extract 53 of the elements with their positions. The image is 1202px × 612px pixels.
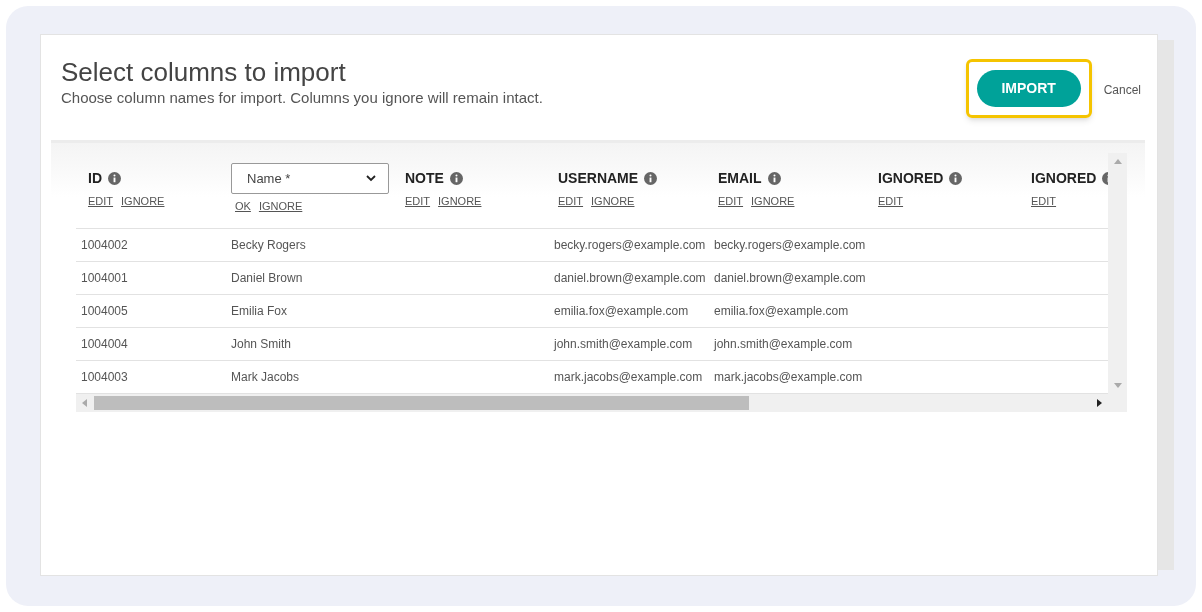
- table-cell-text: 1004002: [80, 237, 129, 254]
- column-header: ID: [88, 169, 102, 188]
- table-cell-text: 1004005: [80, 303, 129, 320]
- column-action-link[interactable]: IGNORE: [121, 193, 165, 210]
- table-cell-text: Becky Rogers: [231, 237, 307, 254]
- dialog-subtitle: Choose column names for import. Columns you ignore will remain intact.: [61, 88, 543, 108]
- table-cell-text: becky.rogers@example.com: [713, 237, 867, 254]
- column-action-link[interactable]: IGNORE: [258, 198, 303, 215]
- column-action-link[interactable]: EDIT: [405, 193, 431, 210]
- column-header: IGNORED: [878, 169, 944, 188]
- scrollbar-thumb[interactable]: [94, 396, 749, 410]
- table-cell-text: Emilia Fox: [231, 303, 288, 320]
- table-cell-text: emilia.fox@example.com: [553, 303, 690, 320]
- chevron-down-icon: [366, 175, 376, 182]
- column-action-link[interactable]: EDIT: [878, 193, 904, 210]
- scroll-up-icon[interactable]: [1113, 159, 1122, 164]
- info-icon: [949, 172, 963, 185]
- info-icon: [449, 172, 463, 185]
- column-header: USERNAME: [558, 169, 639, 188]
- table-cell-text: mark.jacobs@example.com: [713, 369, 864, 386]
- table-cell-text: becky.rogers@example.com: [553, 237, 707, 254]
- horizontal-scrollbar[interactable]: [76, 394, 1127, 412]
- table-cell-text: Mark Jacobs: [231, 369, 301, 386]
- table-cell-text: 1004001: [80, 270, 129, 287]
- table-cell-text: mark.jacobs@example.com: [553, 369, 704, 386]
- table-cell-text: John Smith: [231, 336, 293, 353]
- table-cell-text: daniel.brown@example.com: [553, 270, 707, 287]
- table-cell-text: john.smith@example.com: [713, 336, 854, 353]
- column-action-link[interactable]: EDIT: [718, 193, 744, 210]
- column-name-select[interactable]: Name *: [231, 163, 389, 194]
- dialog-title: Select columns to import: [61, 57, 347, 87]
- table-cell-text: Daniel Brown: [231, 270, 304, 287]
- scroll-down-icon[interactable]: [1113, 383, 1122, 388]
- table-cell-text: daniel.brown@example.com: [713, 270, 867, 287]
- column-header: EMAIL: [718, 169, 762, 188]
- info-icon: [767, 172, 781, 185]
- info-icon: [644, 172, 658, 185]
- info-icon: [108, 172, 121, 185]
- column-header: IGNORED: [1031, 169, 1097, 188]
- column-action-link[interactable]: IGNORE: [751, 193, 795, 210]
- table-cell-text: 1004003: [80, 369, 129, 386]
- table-cell-text: 1004004: [80, 336, 129, 353]
- column-header: NOTE: [405, 169, 444, 188]
- cancel-link[interactable]: Cancel: [1103, 78, 1141, 99]
- column-action-link[interactable]: EDIT: [88, 193, 114, 210]
- column-action-link[interactable]: EDIT: [558, 193, 584, 210]
- column-action-link[interactable]: OK: [235, 198, 251, 215]
- vertical-scrollbar[interactable]: [1108, 153, 1127, 394]
- column-action-link[interactable]: IGNORE: [591, 193, 635, 210]
- column-action-link[interactable]: IGNORE: [438, 193, 482, 210]
- table-cell-text: emilia.fox@example.com: [713, 303, 850, 320]
- column-action-link[interactable]: EDIT: [1031, 193, 1057, 210]
- table-cell-text: john.smith@example.com: [553, 336, 694, 353]
